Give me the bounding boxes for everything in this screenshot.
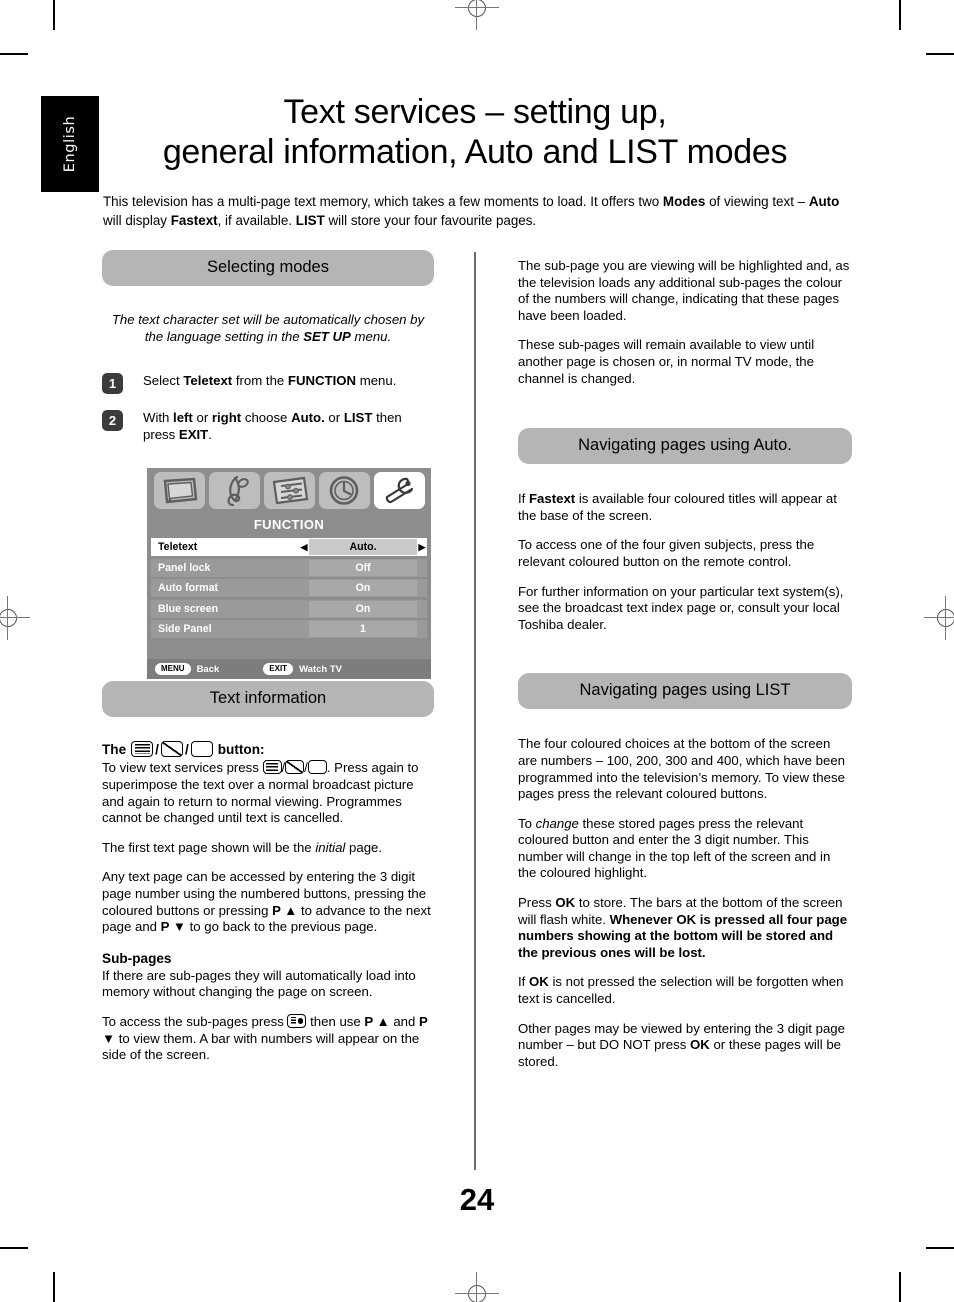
step-item: 2 With left or right choose Auto. or LIS… [102, 410, 434, 443]
tv-menu-row-value: On [309, 600, 417, 617]
clock-icon[interactable] [318, 472, 370, 509]
chevron-left-icon[interactable]: ◀ [299, 542, 309, 553]
button-heading-suffix: button: [217, 741, 265, 757]
page-title-line-1: Text services – setting up, [283, 93, 667, 131]
tv-function-menu-screenshot: FUNCTION Teletext ◀ Auto. ▶ Panel lock O… [147, 468, 431, 679]
tv-menu-footer: MENU Back EXIT Watch TV [147, 659, 431, 679]
exit-key-badge: EXIT [263, 663, 294, 675]
tv-menu-row-teletext[interactable]: Teletext ◀ Auto. ▶ [151, 538, 427, 556]
registration-mark-right [924, 596, 954, 640]
registration-mark-left [0, 596, 30, 640]
setup-wrench-icon[interactable] [373, 472, 425, 509]
crop-mark-bottom-right-h [926, 1247, 954, 1249]
crop-mark-top-left-v [53, 0, 55, 30]
auto-paragraph: To access one of the four given subjects… [518, 537, 815, 569]
step-text: Select Teletext from the FUNCTION menu. [143, 373, 397, 389]
subpages-heading: Sub-pages [102, 950, 172, 966]
tv-menu-row-value: On [309, 580, 417, 596]
section-header-selecting-modes: Selecting modes [102, 250, 434, 286]
subpages-paragraph: If there are sub-pages they will automat… [102, 967, 416, 1000]
step-text: With left or right choose Auto. or LIST … [143, 410, 402, 442]
auto-paragraph: For further information on your particul… [518, 583, 844, 632]
crop-mark-bottom-right-v [899, 1272, 901, 1302]
section-header-navigating-list: Navigating pages using LIST [518, 673, 852, 710]
exit-key-action: Watch TV [299, 663, 342, 675]
tv-menu-row-label: Panel lock [158, 561, 211, 574]
feature-icon[interactable] [263, 472, 315, 509]
tv-menu-row-panel-lock[interactable]: Panel lock Off [151, 558, 427, 577]
intro-paragraph: This television has a multi-page text me… [103, 194, 840, 228]
tv-menu-icon-bar [147, 468, 431, 512]
chevron-right-icon[interactable]: ▶ [417, 542, 427, 553]
tv-menu-row-value: Off [309, 559, 417, 576]
column-divider [474, 252, 476, 1170]
section-header-text-information: Text information [102, 681, 434, 718]
list-paragraph: The four coloured choices at the bottom … [518, 736, 845, 802]
blank-button-icon [190, 741, 213, 758]
list-paragraph: If OK is not pressed the selection will … [518, 974, 844, 1007]
button-heading: The / / button: [102, 741, 434, 758]
language-tab: English [41, 96, 99, 192]
text-button-icon [131, 741, 154, 758]
page-number: 24 [459, 1182, 495, 1217]
step-badge: 2 [102, 410, 123, 432]
mix-button-icon [160, 741, 183, 758]
text-info-paragraph: To view text services press / /. Press ag… [102, 760, 419, 826]
language-tab-label: English [62, 115, 78, 173]
tv-menu-title: FUNCTION [147, 512, 431, 538]
tv-menu-row-side-panel[interactable]: Side Panel 1 [151, 620, 427, 638]
page-title-line-2: general information, Auto and LIST modes [162, 133, 788, 171]
crop-mark-top-left-h [0, 53, 28, 55]
text-info-paragraph: Any text page can be accessed by enterin… [102, 869, 431, 935]
list-paragraph: Other pages may be viewed by entering th… [518, 1020, 845, 1069]
selecting-modes-note: The text character set will be automatic… [111, 312, 425, 344]
registration-mark-top [455, 0, 499, 30]
sound-icon[interactable] [208, 472, 260, 509]
button-heading-prefix: The [102, 741, 127, 757]
tv-menu-row-label: Teletext [158, 541, 198, 553]
crop-mark-bottom-left-v [53, 1272, 55, 1302]
crop-mark-top-right-h [926, 53, 954, 55]
right-top-paragraph: These sub-pages will remain available to… [518, 337, 815, 386]
tv-menu-row-label: Blue screen [158, 602, 219, 615]
list-paragraph: To change these stored pages press the r… [518, 815, 831, 881]
page-title: Text services – setting up, general info… [105, 92, 845, 172]
menu-key-badge: MENU [155, 663, 191, 675]
button-glyph-group: / / [131, 741, 213, 758]
tv-menu-row-blue-screen[interactable]: Blue screen On [151, 599, 427, 618]
picture-icon[interactable] [153, 472, 205, 509]
text-info-paragraph: The first text page shown will be the in… [102, 839, 383, 855]
document-page: English Text services – setting up, gene… [0, 0, 954, 1302]
auto-paragraph: If Fastext is available four coloured ti… [518, 491, 837, 523]
section-header-navigating-auto: Navigating pages using Auto. [518, 428, 852, 465]
crop-mark-top-right-v [899, 0, 901, 30]
right-top-paragraph: The sub-page you are viewing will be hig… [518, 258, 850, 323]
tv-menu-row-value: Auto. [309, 539, 417, 555]
menu-key-action: Back [196, 663, 220, 675]
step-item: 1 Select Teletext from the FUNCTION menu… [102, 373, 434, 395]
tv-menu-row-auto-format[interactable]: Auto format On [151, 579, 427, 597]
tv-menu-row-label: Auto format [158, 582, 219, 594]
tv-menu-row-value: 1 [309, 621, 417, 637]
registration-mark-bottom [455, 1272, 499, 1302]
right-column: The sub-page you are viewing will be hig… [518, 250, 852, 1070]
crop-mark-bottom-left-h [0, 1247, 28, 1249]
list-paragraph: Press OK to store. The bars at the botto… [518, 895, 848, 960]
tv-menu-row-label: Side Panel [158, 623, 212, 635]
step-badge: 1 [102, 373, 123, 395]
subpages-paragraph: To access the sub-pages press then use P… [102, 1013, 428, 1063]
